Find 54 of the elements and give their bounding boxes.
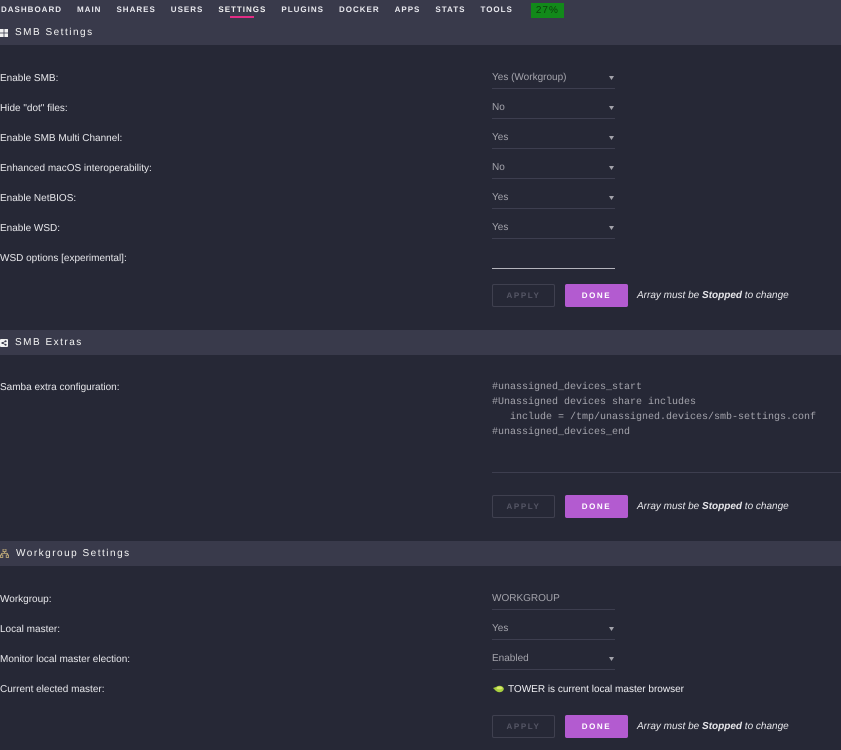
status-text: TOWER is current local master browser — [508, 682, 684, 696]
text-area[interactable]: #unassigned_devices_start #Unassigned devices share includes include = /tmp/unassigned.devices/smb-settings.conf #unassigned_devices_end — [492, 373, 841, 473]
field-label: Monitor local master election: — [0, 652, 132, 666]
select-field[interactable]: No — [492, 98, 615, 118]
select-field[interactable]: Yes — [492, 128, 615, 148]
field-label: Current elected master: — [0, 682, 106, 696]
field-label: Enable WSD: — [0, 222, 62, 236]
nav-tab[interactable]: USERS — [170, 0, 204, 20]
percent-badge: 27% — [530, 2, 564, 18]
caret-icon — [609, 656, 614, 660]
field-label: Hide "dot" files: — [0, 102, 69, 116]
select-field[interactable]: Yes — [492, 188, 615, 208]
field-label: Enable SMB Multi Channel: — [0, 132, 124, 146]
done-button[interactable]: DONE — [565, 284, 628, 307]
array-note: Array must be Stopped to change — [637, 289, 789, 303]
caret-icon — [609, 626, 614, 630]
select-field[interactable]: Yes (Workgroup) — [492, 68, 615, 88]
nav-tab[interactable]: PLUGINS — [281, 0, 324, 20]
done-button[interactable]: DONE — [565, 715, 628, 738]
field-label: Enable NetBIOS: — [0, 192, 78, 206]
field-label: WSD options [experimental]: — [0, 252, 128, 266]
input-field[interactable]: WORKGROUP — [492, 588, 615, 610]
caret-icon — [609, 136, 614, 140]
caret-icon — [609, 196, 614, 200]
nav-tab[interactable]: DASHBOARD — [1, 0, 62, 20]
nav-tab[interactable]: MAIN — [77, 0, 102, 20]
array-note: Array must be Stopped to change — [637, 500, 789, 514]
caret-icon — [609, 76, 614, 80]
field-label: Enhanced macOS interoperability: — [0, 162, 153, 176]
windows-icon — [0, 28, 8, 36]
nav-tab[interactable]: TOOLS — [480, 0, 513, 20]
caret-icon — [609, 166, 614, 170]
section-title: SMB Extras — [15, 336, 83, 350]
nav-tab[interactable]: STATS — [435, 0, 466, 20]
nav-tab[interactable]: SETTINGS — [218, 0, 266, 20]
select-field[interactable]: Yes — [492, 618, 615, 640]
caret-icon — [609, 226, 614, 230]
field-label: Samba extra configuration: — [0, 381, 121, 395]
network-icon — [0, 549, 9, 558]
section-title: Workgroup Settings — [16, 547, 131, 561]
section-title: SMB Settings — [15, 26, 94, 40]
field-label: Local master: — [0, 622, 62, 636]
select-field[interactable]: Enabled — [492, 648, 615, 670]
done-button[interactable]: DONE — [565, 495, 628, 518]
select-field[interactable]: No — [492, 158, 615, 178]
nav-tab[interactable]: APPS — [394, 0, 420, 20]
field-label: Workgroup: — [0, 592, 53, 606]
nav-tab[interactable]: DOCKER — [338, 0, 380, 20]
caret-icon — [609, 106, 614, 110]
status-icon — [493, 685, 504, 693]
array-note: Array must be Stopped to change — [637, 720, 789, 734]
field-label: Enable SMB: — [0, 72, 60, 86]
select-field[interactable]: Yes — [492, 218, 615, 238]
nav-tab[interactable]: SHARES — [116, 0, 156, 20]
